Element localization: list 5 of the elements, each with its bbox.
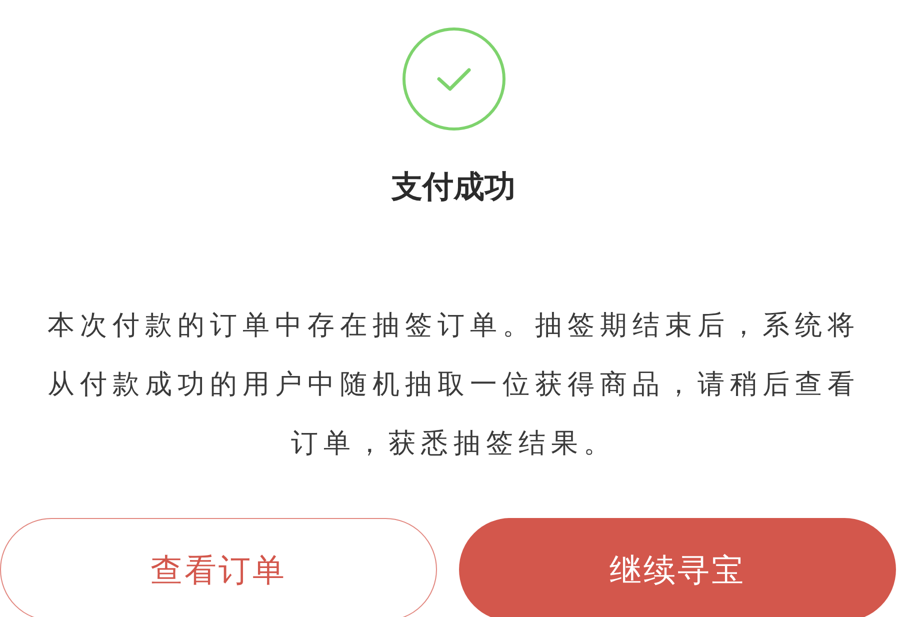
view-order-button[interactable]: 查看订单 — [0, 518, 437, 617]
status-title: 支付成功 — [392, 171, 516, 202]
continue-button[interactable]: 继续寻宝 — [459, 518, 896, 617]
status-message: 本次付款的订单中存在抽签订单。抽签期结束后，系统将从付款成功的用户中随机抽取一位获得商品，请稍后查看订单，获悉抽签结果。 — [46, 309, 861, 460]
success-check-icon — [402, 27, 506, 131]
